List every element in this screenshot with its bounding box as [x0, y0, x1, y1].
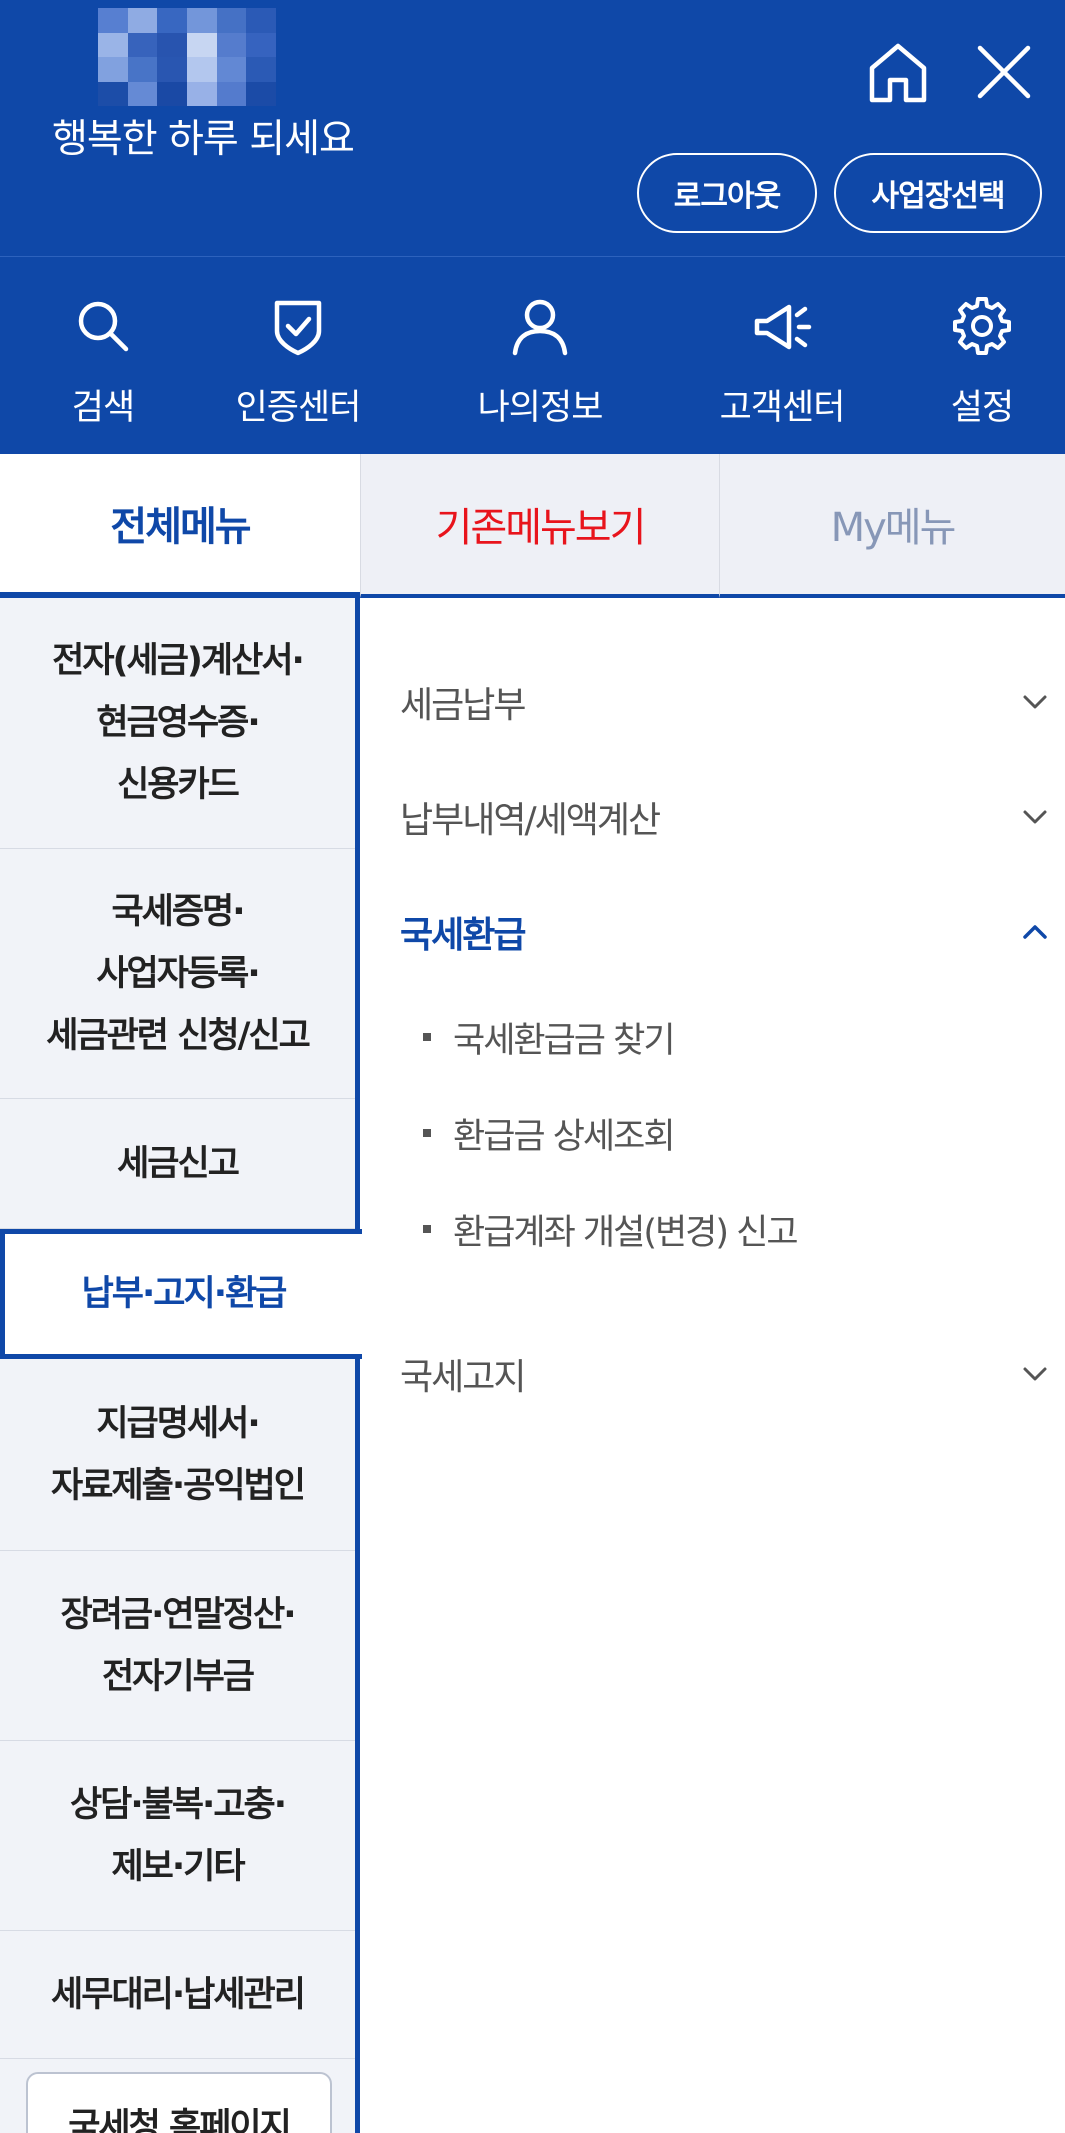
category-payment-refund[interactable]: 납부·고지·환급: [0, 1229, 362, 1359]
submenu-item-find-refund[interactable]: 국세환급금 찾기: [423, 1002, 676, 1072]
submenu-payment-history[interactable]: 납부내역/세액계산: [400, 772, 1060, 862]
chevron-down-icon: [1023, 1367, 1047, 1381]
submenu-item-label: 환급금 상세조회: [453, 1116, 676, 1157]
category-payment-statement[interactable]: 지급명세서· 자료제출·공익법인: [0, 1359, 355, 1551]
category-label-line: 사업자등록·: [96, 953, 260, 994]
nts-homepage-link[interactable]: 국세청 홈페이지: [26, 2072, 332, 2133]
category-label-line: 전자기부금: [101, 1656, 255, 1697]
category-certificate[interactable]: 국세증명· 사업자등록· 세금관련 신청/신고: [0, 849, 355, 1099]
category-label-line: 장려금·연말정산·: [60, 1594, 297, 1635]
chevron-down-icon: [1023, 810, 1047, 824]
quick-nav-bar: 검색 인증센터 나의정보 고객센터 설정: [0, 256, 1065, 454]
category-tax-filing[interactable]: 세금신고: [0, 1099, 355, 1229]
user-icon: [512, 299, 568, 356]
category-consultation[interactable]: 상담·불복·고충· 제보·기타: [0, 1741, 355, 1931]
quick-nav-settings[interactable]: 설정: [922, 257, 1042, 455]
submenu-item-refund-detail[interactable]: 환급금 상세조회: [423, 1098, 676, 1168]
shield-check-icon: [274, 300, 322, 356]
quick-nav-label: 설정: [950, 388, 1014, 428]
category-label-line: 국세증명·: [111, 891, 245, 932]
close-button[interactable]: [968, 36, 1040, 108]
quick-nav-customer-center[interactable]: 고객센터: [712, 257, 852, 455]
quick-nav-my-info[interactable]: 나의정보: [470, 257, 610, 455]
tab-legacy-menu[interactable]: 기존메뉴보기: [360, 454, 720, 598]
quick-nav-label: 나의정보: [477, 388, 604, 428]
category-label-line: 상담·불복·고충·: [69, 1784, 287, 1825]
category-incentive[interactable]: 장려금·연말정산· 전자기부금: [0, 1551, 355, 1741]
category-tax-agent[interactable]: 세무대리·납세관리: [0, 1931, 355, 2059]
submenu-label: 국세고지: [400, 1357, 526, 1398]
category-label: 전자(세금)계산서· 현금영수증· 신용카드: [52, 630, 305, 816]
category-label: 세금신고: [117, 1143, 240, 1184]
category-label: 지급명세서· 자료제출·공익법인: [51, 1393, 306, 1517]
category-label-line: 현금영수증·: [96, 703, 260, 743]
greeting-text: 행복한 하루 되세요: [52, 117, 355, 162]
category-label-line: 신용카드: [117, 765, 240, 805]
quick-nav-search[interactable]: 검색: [42, 257, 164, 455]
bullet-icon: [423, 1033, 431, 1041]
category-label-line: 제보·기타: [111, 1846, 245, 1887]
submenu-tax-notice[interactable]: 국세고지: [400, 1329, 1060, 1419]
gear-icon: [953, 297, 1011, 355]
category-label: 세무대리·납세관리: [51, 1974, 306, 2015]
close-icon: [977, 45, 1031, 99]
submenu-item-label: 환급계좌 개설(변경) 신고: [453, 1212, 799, 1253]
tab-my-menu[interactable]: My메뉴: [720, 454, 1065, 598]
quick-nav-auth-center[interactable]: 인증센터: [228, 257, 368, 455]
bullet-icon: [423, 1225, 431, 1233]
bullet-icon: [423, 1129, 431, 1137]
submenu-label: 국세환급: [400, 915, 526, 956]
category-label-line: 전자(세금)계산서·: [52, 641, 305, 681]
business-select-button[interactable]: 사업장선택: [834, 153, 1042, 233]
home-icon: [869, 43, 927, 103]
category-label: 상담·불복·고충· 제보·기타: [69, 1774, 287, 1898]
quick-nav-label: 인증센터: [235, 388, 362, 428]
quick-nav-label: 고객센터: [719, 388, 846, 428]
logout-button[interactable]: 로그아웃: [637, 153, 817, 233]
category-e-invoice[interactable]: 전자(세금)계산서· 현금영수증· 신용카드: [0, 598, 355, 849]
category-label: 장려금·연말정산· 전자기부금: [60, 1584, 297, 1708]
avatar: [98, 8, 276, 106]
home-button[interactable]: [862, 36, 934, 108]
category-label-line: 자료제출·공익법인: [51, 1465, 306, 1506]
chevron-up-icon: [1023, 925, 1047, 939]
submenu-national-tax-refund[interactable]: 국세환급: [400, 887, 1060, 977]
chevron-down-icon: [1023, 695, 1047, 709]
header: 행복한 하루 되세요 로그아웃 사업장선택: [0, 0, 1065, 256]
megaphone-icon: [754, 304, 812, 350]
submenu-tax-payment[interactable]: 세금납부: [400, 657, 1060, 747]
category-label-line: 세금관련 신청/신고: [46, 1015, 311, 1056]
menu-tabs: 전체메뉴 기존메뉴보기 My메뉴: [0, 454, 1065, 598]
submenu-label: 세금납부: [400, 685, 526, 726]
category-label: 납부·고지·환급: [81, 1274, 288, 1314]
submenu-label: 납부내역/세액계산: [400, 800, 661, 841]
category-label-line: 지급명세서·: [96, 1403, 260, 1444]
tab-all-menu[interactable]: 전체메뉴: [0, 454, 360, 598]
submenu-item-refund-account[interactable]: 환급계좌 개설(변경) 신고: [423, 1194, 799, 1264]
quick-nav-label: 검색: [71, 388, 135, 428]
search-icon: [78, 301, 129, 352]
submenu-item-label: 국세환급금 찾기: [453, 1020, 676, 1061]
category-label: 국세증명· 사업자등록· 세금관련 신청/신고: [46, 881, 311, 1067]
